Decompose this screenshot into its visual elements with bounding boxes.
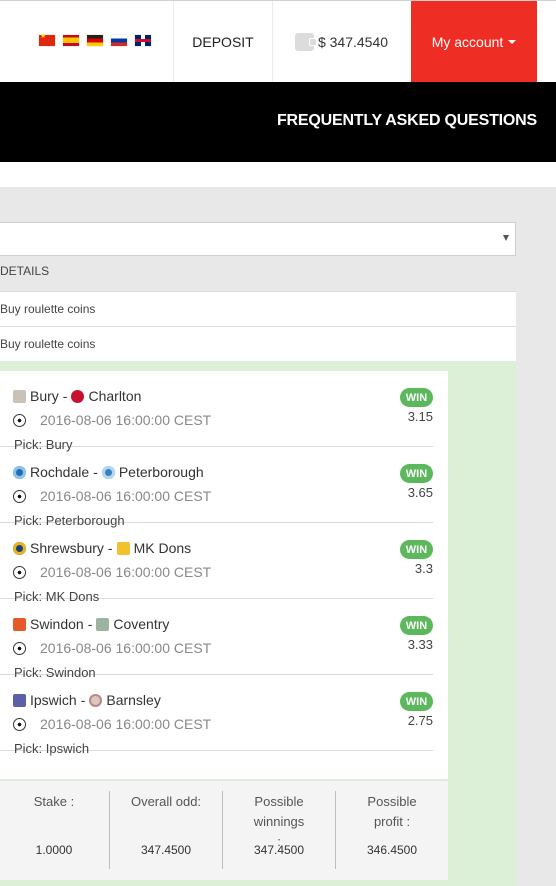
home-team: Ipswich	[30, 692, 77, 708]
home-team: Swindon	[30, 616, 84, 632]
overall-odd-label: Overall odd:	[130, 794, 202, 809]
my-account-dropdown[interactable]: My account	[411, 1, 537, 83]
win-badge: WIN	[400, 616, 433, 635]
match-separator: -	[87, 616, 93, 632]
bet-match: Ipswich - Barnsley	[13, 692, 161, 708]
faq-banner: FREQUENTLY ASKED QUESTIONS	[0, 82, 556, 162]
bet-match: Swindon - Coventry	[13, 616, 169, 632]
bet-row: Swindon - Coventry 2016-08-06 16:00:00 C…	[0, 599, 433, 680]
match-separator: -	[62, 388, 68, 404]
match-datetime: 2016-08-06 16:00:00 CEST	[40, 488, 212, 504]
flag-spain-icon[interactable]	[63, 35, 79, 46]
away-team: MK Dons	[133, 540, 192, 556]
bet-date: 2016-08-06 16:00:00 CEST	[13, 412, 211, 428]
home-team: Bury	[30, 388, 59, 404]
bet-date: 2016-08-06 16:00:00 CEST	[13, 564, 211, 580]
home-team: Shrewsbury	[30, 540, 104, 556]
bet-odd: 3.65	[407, 485, 433, 500]
bet-date: 2016-08-06 16:00:00 CEST	[13, 640, 211, 656]
transaction-row[interactable]: Buy roulette coins	[0, 291, 516, 326]
win-badge: WIN	[400, 692, 433, 711]
away-team: Charlton	[88, 388, 142, 404]
mk-dons-crest-icon	[116, 541, 130, 555]
match-separator: -	[107, 540, 113, 556]
bet-row: Shrewsbury - MK Dons 2016-08-06 16:00:00…	[0, 523, 433, 604]
win-badge: WIN	[400, 464, 433, 483]
bet-row: Ipswich - Barnsley 2016-08-06 16:00:00 C…	[0, 675, 433, 756]
football-icon	[13, 489, 26, 503]
bet-row: Rochdale - Peterborough 2016-08-06 16:00…	[0, 447, 433, 528]
bet-match: Rochdale - Peterborough	[13, 464, 204, 480]
stake-summary: Stake : 1.0000	[0, 781, 108, 881]
caret-down-icon	[508, 40, 517, 44]
flag-china-icon[interactable]	[39, 32, 55, 46]
charlton-crest-icon	[71, 389, 85, 403]
overall-odd-summary: Overall odd: 347.4500	[110, 781, 222, 881]
stake-value: 1.0000	[35, 843, 73, 857]
bet-date: 2016-08-06 16:00:00 CEST	[13, 488, 211, 504]
language-switcher	[39, 32, 151, 46]
match-separator: -	[93, 464, 98, 480]
away-team: Peterborough	[118, 464, 204, 480]
rochdale-crest-icon	[13, 465, 26, 479]
football-icon	[13, 717, 26, 731]
possible-profit-summary: Possible profit : 346.4500	[336, 781, 448, 881]
home-team: Rochdale	[30, 464, 90, 480]
bet-summary: Stake : 1.0000 Overall odd: 347.4500 Pos…	[0, 780, 448, 880]
ipswich-crest-icon	[13, 693, 26, 707]
top-navigation: DEPOSIT $ 347.4540 My account	[0, 0, 556, 83]
swindon-crest-icon	[13, 617, 26, 631]
details-heading: DETAILS	[0, 264, 50, 278]
match-datetime: 2016-08-06 16:00:00 CEST	[40, 564, 212, 580]
bet-date: 2016-08-06 16:00:00 CEST	[13, 716, 211, 732]
match-separator: -	[80, 692, 86, 708]
transaction-label: Buy roulette coins	[0, 302, 96, 316]
match-datetime: 2016-08-06 16:00:00 CEST	[40, 716, 212, 732]
win-badge: WIN	[400, 388, 433, 407]
peterborough-crest-icon	[101, 465, 115, 479]
match-datetime: 2016-08-06 16:00:00 CEST	[40, 640, 212, 656]
bet-row: Bury - Charlton 2016-08-06 16:00:00 CEST…	[0, 371, 433, 452]
win-badge: WIN	[400, 540, 433, 559]
bet-odd: 3.3	[414, 561, 433, 576]
possible-profit-value: 346.4500	[366, 843, 418, 857]
bet-match: Shrewsbury - MK Dons	[13, 540, 191, 556]
flag-uk-icon[interactable]	[135, 35, 151, 46]
my-account-label: My account	[431, 34, 504, 50]
coventry-crest-icon	[96, 617, 110, 631]
bet-slip: Bury - Charlton 2016-08-06 16:00:00 CEST…	[0, 371, 448, 779]
balance-display: $ 347.4540	[273, 1, 410, 83]
filter-select[interactable]	[0, 222, 516, 256]
deposit-label: DEPOSIT	[192, 34, 254, 50]
faq-link[interactable]: FREQUENTLY ASKED QUESTIONS	[277, 112, 537, 130]
bet-odd: 3.33	[407, 637, 433, 652]
transaction-label: Buy roulette coins	[0, 337, 96, 351]
flag-russia-icon[interactable]	[111, 35, 127, 46]
overall-odd-value: 347.4500	[140, 843, 192, 857]
football-icon	[13, 413, 26, 427]
football-icon	[13, 641, 26, 655]
balance-amount: $ 347.4540	[317, 34, 389, 50]
possible-winnings-summary: Possible winnings : 347.4500	[223, 781, 335, 881]
stake-label: Stake :	[33, 794, 75, 809]
match-datetime: 2016-08-06 16:00:00 CEST	[40, 412, 212, 428]
away-team: Barnsley	[106, 692, 161, 708]
wallet-icon	[294, 33, 316, 51]
bet-odd: 3.15	[407, 409, 433, 424]
bet-pick: Pick: Ipswich	[14, 741, 90, 756]
shrewsbury-crest-icon	[13, 541, 26, 555]
deposit-button[interactable]: DEPOSIT	[174, 1, 272, 83]
football-icon	[13, 565, 26, 579]
bet-odd: 2.75	[407, 713, 433, 728]
away-team: Coventry	[113, 616, 170, 632]
transaction-row[interactable]: Buy roulette coins	[0, 326, 516, 361]
flag-germany-icon[interactable]	[87, 35, 103, 46]
select-caret-icon	[503, 235, 509, 241]
possible-profit-label: Possible profit :	[367, 794, 417, 829]
possible-winnings-value: 347.4500	[253, 843, 305, 857]
bet-match: Bury - Charlton	[13, 388, 141, 404]
barnsley-crest-icon	[89, 693, 103, 707]
bury-crest-icon	[13, 389, 26, 403]
